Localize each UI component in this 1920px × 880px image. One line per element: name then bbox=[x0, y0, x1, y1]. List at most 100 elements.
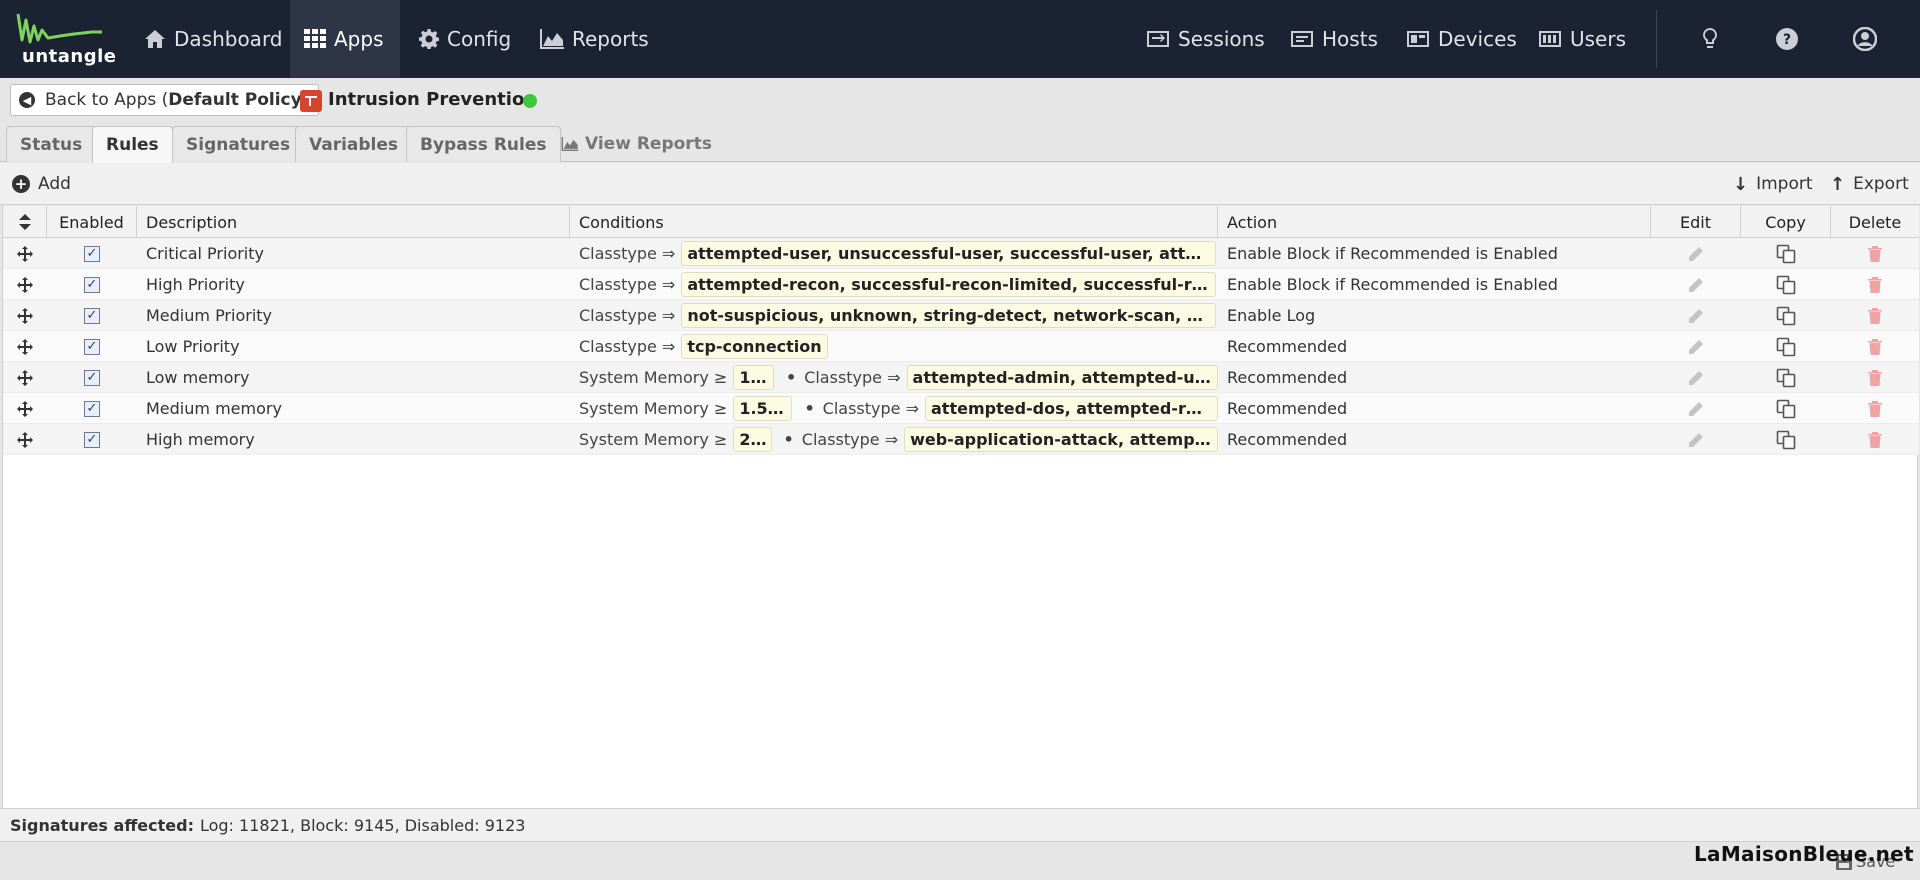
copy-button[interactable] bbox=[1775, 367, 1797, 389]
classtype-condition-value: not-suspicious, unknown, string-detect, … bbox=[681, 303, 1216, 328]
memory-condition-label: System Memory ≥ bbox=[579, 399, 728, 418]
export-label: Export bbox=[1853, 174, 1909, 194]
edit-button[interactable] bbox=[1685, 367, 1707, 389]
memory-condition-label: System Memory ≥ bbox=[579, 368, 728, 387]
tab-signatures-label: Signatures bbox=[186, 134, 291, 155]
svg-text:?: ? bbox=[1783, 32, 1791, 48]
column-header-action[interactable]: Action bbox=[1218, 206, 1651, 238]
table-row[interactable]: ✓ High memory System Memory ≥ 2 GB • Classtyp… bbox=[3, 424, 1919, 455]
nav-sessions-label: Sessions bbox=[1178, 27, 1265, 51]
copy-button[interactable] bbox=[1775, 305, 1797, 327]
tab-variables-label: Variables bbox=[309, 134, 399, 155]
nav-reports[interactable]: Reports bbox=[526, 0, 663, 78]
drag-handle[interactable] bbox=[3, 424, 47, 455]
column-header-reorder[interactable] bbox=[3, 206, 47, 238]
table-row[interactable]: ✓ Low Priority Classtype ⇒ tcp-connection Re… bbox=[3, 331, 1919, 362]
edit-button[interactable] bbox=[1685, 429, 1707, 451]
conditions-cell: System Memory ≥ 2 GB • Classtype ⇒ web-appli… bbox=[570, 424, 1218, 455]
nav-devices[interactable]: Devices bbox=[1392, 0, 1531, 78]
delete-button[interactable] bbox=[1864, 274, 1886, 296]
drag-handle[interactable] bbox=[3, 331, 47, 362]
nav-hosts[interactable]: Hosts bbox=[1276, 0, 1392, 78]
enabled-checkbox[interactable]: ✓ bbox=[84, 245, 100, 262]
tab-signatures[interactable]: Signatures bbox=[172, 126, 305, 162]
drag-handle[interactable] bbox=[3, 238, 47, 269]
watermark: LaMaisonBleue.net bbox=[1694, 842, 1914, 866]
tab-bar: Status Rules Signatures Variables Bypass… bbox=[0, 126, 1920, 163]
nav-sessions[interactable]: Sessions bbox=[1132, 0, 1279, 78]
edit-button[interactable] bbox=[1685, 274, 1707, 296]
tab-bypass-rules[interactable]: Bypass Rules bbox=[406, 126, 561, 162]
edit-cell bbox=[1651, 362, 1741, 393]
delete-button[interactable] bbox=[1864, 429, 1886, 451]
nav-apps[interactable]: Apps bbox=[290, 0, 400, 78]
enabled-checkbox[interactable]: ✓ bbox=[84, 276, 100, 293]
tab-bypass-rules-label: Bypass Rules bbox=[420, 134, 547, 155]
nav-dashboard[interactable]: Dashboard bbox=[130, 0, 297, 78]
sort-icon bbox=[18, 214, 31, 230]
classtype-condition-value: tcp-connection bbox=[681, 334, 828, 359]
table-row[interactable]: ✓ Medium Priority Classtype ⇒ not-suspiciou… bbox=[3, 300, 1919, 331]
copy-button[interactable] bbox=[1775, 336, 1797, 358]
description-cell: Low Priority bbox=[146, 337, 240, 356]
table-row[interactable]: ✓ High Priority Classtype ⇒ attempted-recon… bbox=[3, 269, 1919, 300]
gear-icon bbox=[419, 29, 439, 49]
table-row[interactable]: ✓ Medium memory System Memory ≥ 1.50 GB • Cla… bbox=[3, 393, 1919, 424]
conditions-cell: System Memory ≥ 1 GB • Classtype ⇒ attempted… bbox=[570, 362, 1218, 393]
nav-users[interactable]: Users bbox=[1524, 0, 1640, 78]
grid-header: Enabled Description Conditions Action Ed… bbox=[3, 206, 1919, 238]
classtype-condition-label: Classtype ⇒ bbox=[579, 275, 676, 294]
nav-config[interactable]: Config bbox=[405, 0, 525, 78]
delete-button[interactable] bbox=[1864, 243, 1886, 265]
logo-text: untangle bbox=[22, 46, 117, 67]
description-cell: Medium memory bbox=[146, 399, 282, 418]
column-header-enabled[interactable]: Enabled bbox=[47, 206, 137, 238]
table-row[interactable]: ✓ Critical Priority Classtype ⇒ attempted-u… bbox=[3, 238, 1919, 269]
edit-button[interactable] bbox=[1685, 243, 1707, 265]
export-button[interactable]: ↑ Export bbox=[1830, 163, 1909, 205]
tab-view-reports[interactable]: View Reports bbox=[548, 126, 725, 162]
edit-button[interactable] bbox=[1685, 336, 1707, 358]
copy-icon bbox=[1776, 430, 1796, 449]
column-header-conditions[interactable]: Conditions bbox=[570, 206, 1218, 238]
enabled-checkbox[interactable]: ✓ bbox=[84, 369, 100, 386]
delete-button[interactable] bbox=[1864, 367, 1886, 389]
memory-condition-value: 2 GB bbox=[733, 427, 772, 452]
conditions-cell: Classtype ⇒ not-suspicious, unknown, stri… bbox=[570, 300, 1218, 331]
account-icon[interactable] bbox=[1850, 24, 1880, 54]
copy-button[interactable] bbox=[1775, 398, 1797, 420]
lightbulb-icon[interactable] bbox=[1695, 24, 1725, 54]
enabled-checkbox[interactable]: ✓ bbox=[84, 400, 100, 417]
home-icon bbox=[145, 30, 165, 48]
drag-handle[interactable] bbox=[3, 393, 47, 424]
column-header-description[interactable]: Description bbox=[137, 206, 570, 238]
trash-icon bbox=[1868, 245, 1882, 262]
delete-button[interactable] bbox=[1864, 336, 1886, 358]
enabled-checkbox[interactable]: ✓ bbox=[84, 338, 100, 355]
tab-rules[interactable]: Rules bbox=[92, 126, 173, 163]
help-icon[interactable]: ? bbox=[1772, 24, 1802, 54]
edit-button[interactable] bbox=[1685, 398, 1707, 420]
add-button[interactable]: + Add bbox=[12, 163, 71, 205]
delete-cell bbox=[1831, 393, 1919, 424]
drag-handle[interactable] bbox=[3, 269, 47, 300]
enabled-checkbox[interactable]: ✓ bbox=[84, 431, 100, 448]
tab-variables[interactable]: Variables bbox=[295, 126, 413, 162]
copy-button[interactable] bbox=[1775, 243, 1797, 265]
copy-button[interactable] bbox=[1775, 274, 1797, 296]
copy-button[interactable] bbox=[1775, 429, 1797, 451]
nav-reports-label: Reports bbox=[572, 27, 649, 51]
table-row[interactable]: ✓ Low memory System Memory ≥ 1 GB • Classtype… bbox=[3, 362, 1919, 393]
classtype-condition-label: Classtype ⇒ bbox=[579, 337, 676, 356]
drag-handle[interactable] bbox=[3, 300, 47, 331]
drag-handle[interactable] bbox=[3, 362, 47, 393]
back-to-apps-button[interactable]: ◀ Back to Apps (Default Policy) bbox=[10, 84, 320, 116]
tab-status[interactable]: Status bbox=[6, 126, 97, 162]
edit-cell bbox=[1651, 331, 1741, 362]
grid-toolbar: + Add ↓ Import ↑ Export bbox=[0, 163, 1920, 205]
enabled-checkbox[interactable]: ✓ bbox=[84, 307, 100, 324]
delete-button[interactable] bbox=[1864, 305, 1886, 327]
delete-button[interactable] bbox=[1864, 398, 1886, 420]
import-button[interactable]: ↓ Import bbox=[1733, 163, 1813, 205]
edit-button[interactable] bbox=[1685, 305, 1707, 327]
